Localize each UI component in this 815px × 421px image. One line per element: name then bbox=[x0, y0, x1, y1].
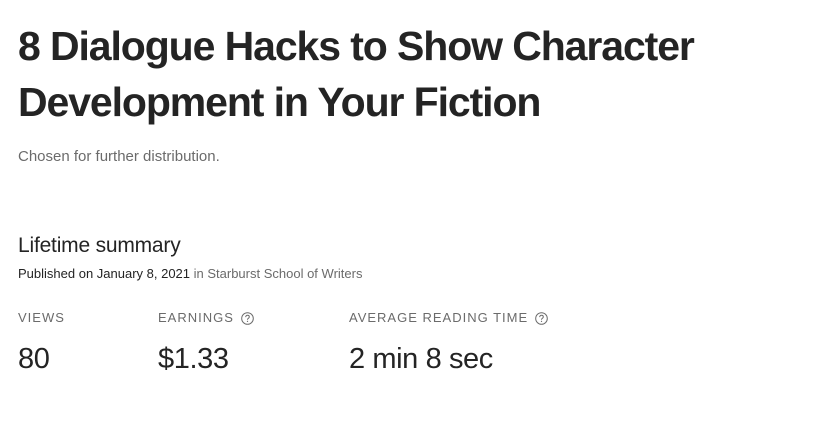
story-title: 8 Dialogue Hacks to Show Character Devel… bbox=[18, 23, 695, 125]
earnings-value: $1.33 bbox=[158, 343, 229, 375]
stats-row: VIEWS 80 EARNINGS $1.33 AVERAGE READING … bbox=[18, 310, 808, 390]
distribution-note: Chosen for further distribution. bbox=[18, 148, 220, 165]
views-value: 80 bbox=[18, 343, 50, 375]
published-info: Published on January 8, 2021 in Starburs… bbox=[18, 265, 808, 283]
published-in-text: in bbox=[190, 266, 208, 281]
story-stats-page: 8 Dialogue Hacks to Show Character Devel… bbox=[18, 18, 808, 390]
views-label: VIEWS bbox=[18, 310, 65, 326]
reading-time-value: 2 min 8 sec bbox=[349, 343, 493, 375]
views-stat: VIEWS 80 bbox=[18, 310, 65, 376]
reading-time-label-text: AVERAGE READING TIME bbox=[349, 310, 529, 325]
reading-time-stat: AVERAGE READING TIME 2 min 8 sec bbox=[349, 310, 548, 376]
reading-time-label: AVERAGE READING TIME bbox=[349, 310, 548, 326]
lifetime-summary-heading: Lifetime summary bbox=[18, 234, 181, 257]
earnings-label: EARNINGS bbox=[158, 310, 254, 326]
earnings-label-text: EARNINGS bbox=[158, 310, 234, 325]
reading-time-help-icon[interactable] bbox=[535, 311, 548, 325]
earnings-help-icon[interactable] bbox=[241, 311, 254, 325]
views-label-text: VIEWS bbox=[18, 310, 65, 325]
earnings-stat: EARNINGS $1.33 bbox=[158, 310, 254, 376]
published-date: Published on January 8, 2021 bbox=[18, 266, 191, 281]
publication-link[interactable]: Starburst School of Writers bbox=[207, 266, 362, 281]
